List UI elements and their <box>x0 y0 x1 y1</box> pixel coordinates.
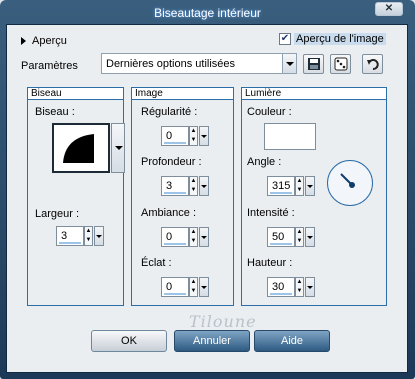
preview-image-checkbox-label[interactable]: Aperçu de l'image <box>294 33 386 45</box>
angle-spinner[interactable]: 315 ▲ ▼ <box>267 176 315 196</box>
preview-toggle-label: Aperçu <box>32 35 67 47</box>
height-label: Hauteur : <box>247 257 293 269</box>
preset-select-value: Dernières options utilisées <box>106 58 236 70</box>
spin-arrows-icon[interactable]: ▲ ▼ <box>84 226 93 246</box>
watermark-text: Tiloune <box>189 312 257 331</box>
triangle-right-icon <box>21 37 26 46</box>
bevel-shape-label: Biseau : <box>35 106 75 118</box>
chevron-down-icon[interactable] <box>282 54 296 73</box>
angle-input[interactable]: 315 <box>267 176 295 196</box>
chevron-down-icon[interactable] <box>199 277 209 297</box>
chevron-down-icon[interactable] <box>305 176 315 196</box>
angle-dial[interactable] <box>327 160 373 206</box>
ambiance-input[interactable]: 0 <box>161 227 189 247</box>
preview-image-checkbox[interactable]: ✔ <box>279 33 291 45</box>
spin-arrows-icon[interactable]: ▲ ▼ <box>295 227 304 247</box>
intensity-label: Intensité : <box>247 207 295 219</box>
regularity-label: Régularité : <box>141 106 198 118</box>
height-input[interactable]: 30 <box>267 277 295 297</box>
save-icon <box>307 58 320 70</box>
ambiance-spinner[interactable]: 0 ▲ ▼ <box>161 227 209 247</box>
preset-select[interactable]: Dernières options utilisées <box>101 53 297 74</box>
reset-button[interactable] <box>362 54 383 74</box>
chevron-down-icon[interactable] <box>305 277 315 297</box>
intensity-spinner[interactable]: 50 ▲ ▼ <box>267 227 315 247</box>
bevel-width-label: Largeur : <box>35 208 80 220</box>
spin-arrows-icon[interactable]: ▲ ▼ <box>189 227 198 247</box>
light-color-swatch[interactable] <box>264 123 316 150</box>
dialog-window: Biseautage intérieur ✕ Aperçu ✔ Aperçu d… <box>0 0 415 379</box>
undo-icon <box>366 59 379 70</box>
spin-arrows-icon[interactable]: ▲ ▼ <box>189 176 198 196</box>
chevron-down-icon[interactable] <box>94 226 104 246</box>
cancel-button[interactable]: Annuler <box>174 330 250 352</box>
bevel-shape-dropdown[interactable] <box>111 123 125 173</box>
bevel-group: Biseau Biseau : Largeur : 3 ▲ ▼ <box>27 87 125 306</box>
bevel-group-title: Biseau <box>28 88 123 100</box>
angle-label: Angle : <box>247 156 282 168</box>
image-group-title: Image <box>132 88 233 100</box>
save-preset-button[interactable] <box>303 54 324 74</box>
shine-input[interactable]: 0 <box>161 277 189 297</box>
angle-dial-icon <box>340 173 355 188</box>
spin-arrows-icon[interactable]: ▲ ▼ <box>295 277 304 297</box>
help-button[interactable]: Aide <box>254 330 330 352</box>
spin-arrows-icon[interactable]: ▲ ▼ <box>189 277 198 297</box>
title-bar[interactable]: Biseautage intérieur ✕ <box>0 0 415 26</box>
light-group: Lumière Couleur : Angle : 315 ▲ ▼ Intensi… <box>241 87 387 306</box>
chevron-down-icon[interactable] <box>199 176 209 196</box>
bevel-shape-preview[interactable] <box>52 123 110 173</box>
bevel-shape-icon <box>63 134 94 163</box>
bevel-width-input[interactable]: 3 <box>56 226 84 246</box>
image-group: Image Régularité : 0 ▲ ▼ Profondeur : 3 ▲… <box>131 87 234 306</box>
random-button[interactable] <box>330 54 351 74</box>
spin-arrows-icon[interactable]: ▲ ▼ <box>295 176 304 196</box>
regularity-input[interactable]: 0 <box>161 126 189 146</box>
ok-button[interactable]: OK <box>91 330 167 352</box>
intensity-input[interactable]: 50 <box>267 227 295 247</box>
depth-label: Profondeur : <box>141 156 202 168</box>
close-button[interactable]: ✕ <box>375 2 403 16</box>
params-label: Paramètres <box>21 60 78 72</box>
depth-input[interactable]: 3 <box>161 176 189 196</box>
regularity-spinner[interactable]: 0 ▲ ▼ <box>161 126 209 146</box>
preview-toggle[interactable]: Aperçu <box>21 35 67 49</box>
light-color-label: Couleur : <box>247 106 292 118</box>
dice-icon <box>334 57 347 71</box>
bevel-width-spinner[interactable]: 3 ▲ ▼ <box>56 226 104 246</box>
chevron-down-icon[interactable] <box>199 126 209 146</box>
close-icon: ✕ <box>384 3 394 14</box>
window-title: Biseautage intérieur <box>154 6 261 20</box>
spin-arrows-icon[interactable]: ▲ ▼ <box>189 126 198 146</box>
shine-label: Éclat : <box>141 257 172 269</box>
ambiance-label: Ambiance : <box>141 207 197 219</box>
shine-spinner[interactable]: 0 ▲ ▼ <box>161 277 209 297</box>
dialog-body: Aperçu ✔ Aperçu de l'image Paramètres De… <box>6 24 408 373</box>
chevron-down-icon[interactable] <box>305 227 315 247</box>
depth-spinner[interactable]: 3 ▲ ▼ <box>161 176 209 196</box>
light-group-title: Lumière <box>242 88 386 100</box>
chevron-down-icon[interactable] <box>199 227 209 247</box>
height-spinner[interactable]: 30 ▲ ▼ <box>267 277 315 297</box>
checkmark-icon: ✔ <box>280 33 290 44</box>
